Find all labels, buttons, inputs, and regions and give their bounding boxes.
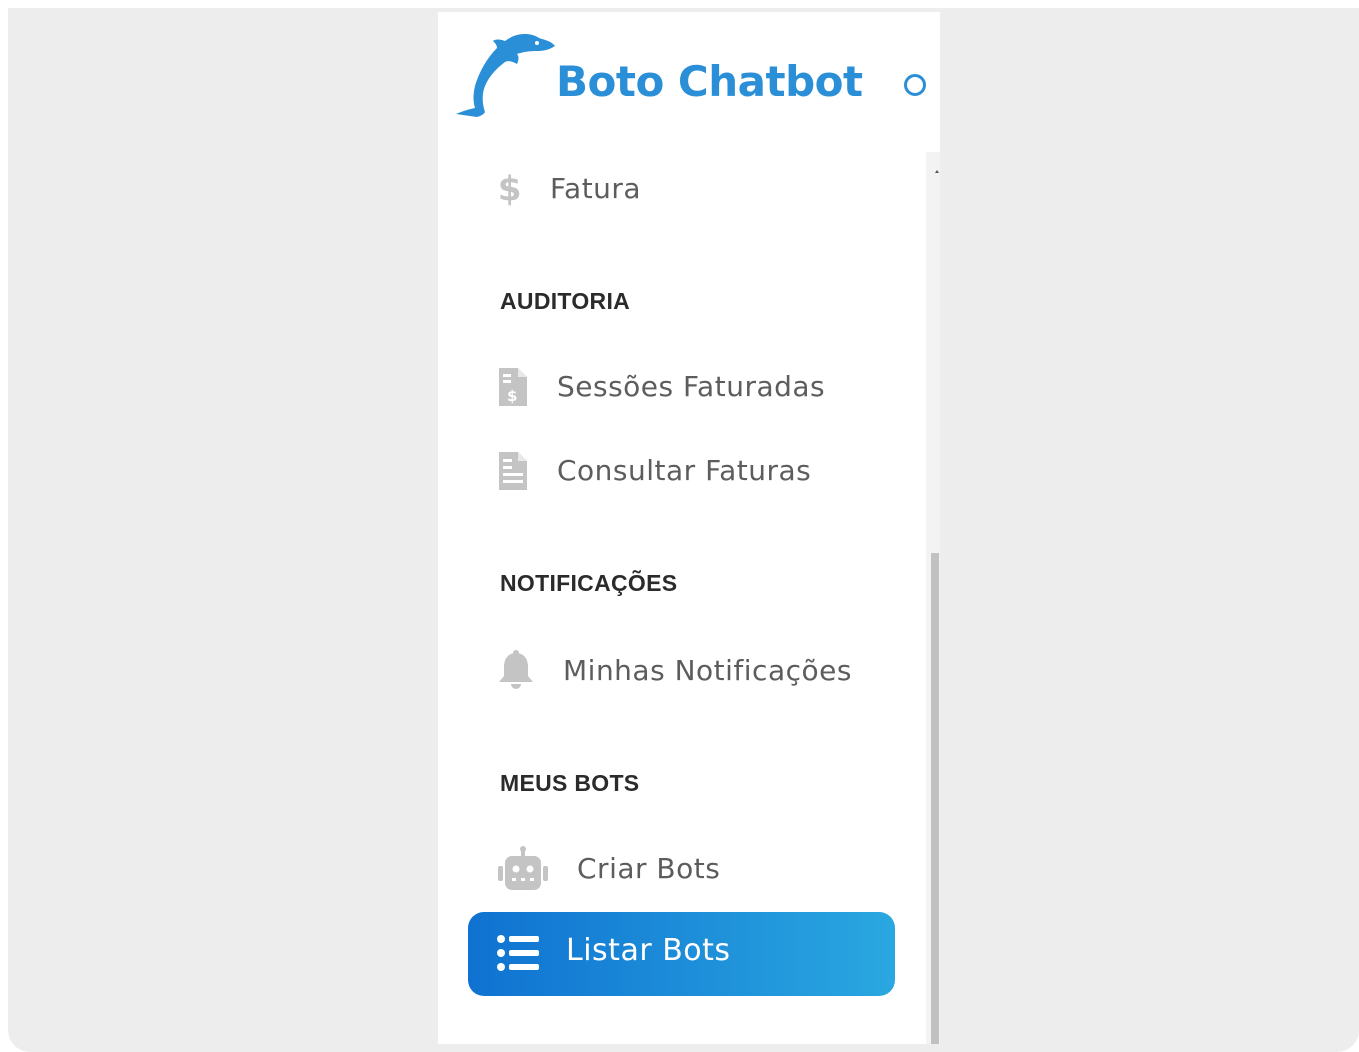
menu-item-label: Sessões Faturadas <box>557 370 826 403</box>
svg-text:$: $ <box>507 387 517 405</box>
scroll-up-arrow-icon[interactable] <box>935 170 939 173</box>
scrollbar-thumb[interactable] <box>931 553 939 1044</box>
sidebar: Boto Chatbot $ Fatura AUDITORIA $ Sessõe… <box>438 12 940 1044</box>
menu-item-label: Consultar Faturas <box>557 454 812 487</box>
menu-item-label: Criar Bots <box>577 852 721 885</box>
section-heading-meus-bots: MEUS BOTS <box>500 770 640 796</box>
sidebar-toggle-button[interactable] <box>904 74 926 96</box>
menu-item-minhas-notificacoes[interactable]: Minhas Notificações <box>438 640 918 700</box>
robot-icon <box>498 846 548 890</box>
menu-item-listar-bots[interactable]: Listar Bots <box>468 912 895 996</box>
list-icon <box>497 935 539 971</box>
app-title: Boto Chatbot <box>556 57 863 106</box>
menu-item-sessoes-faturadas[interactable]: $ Sessões Faturadas <box>438 356 918 416</box>
menu-item-label: Minhas Notificações <box>563 654 852 687</box>
svg-text:$: $ <box>498 170 522 206</box>
menu-item-fatura[interactable]: $ Fatura <box>438 158 918 218</box>
menu-item-consultar-faturas[interactable]: Consultar Faturas <box>438 440 918 500</box>
menu-item-label: Listar Bots <box>566 933 731 968</box>
document-list-icon <box>499 452 527 490</box>
menu-scroll-area: $ Fatura AUDITORIA $ Sessões Faturadas C… <box>438 152 940 1044</box>
section-heading-notificacoes: NOTIFICAÇÕES <box>500 570 678 596</box>
section-heading-auditoria: AUDITORIA <box>500 288 631 314</box>
dolphin-logo-icon <box>456 34 555 117</box>
menu-item-label: Fatura <box>550 172 642 205</box>
invoice-dollar-icon: $ <box>499 368 527 406</box>
dollar-icon: $ <box>498 170 522 206</box>
bell-icon <box>499 650 533 689</box>
sidebar-brand: Boto Chatbot <box>438 12 940 142</box>
menu-item-criar-bots[interactable]: Criar Bots <box>438 838 918 898</box>
